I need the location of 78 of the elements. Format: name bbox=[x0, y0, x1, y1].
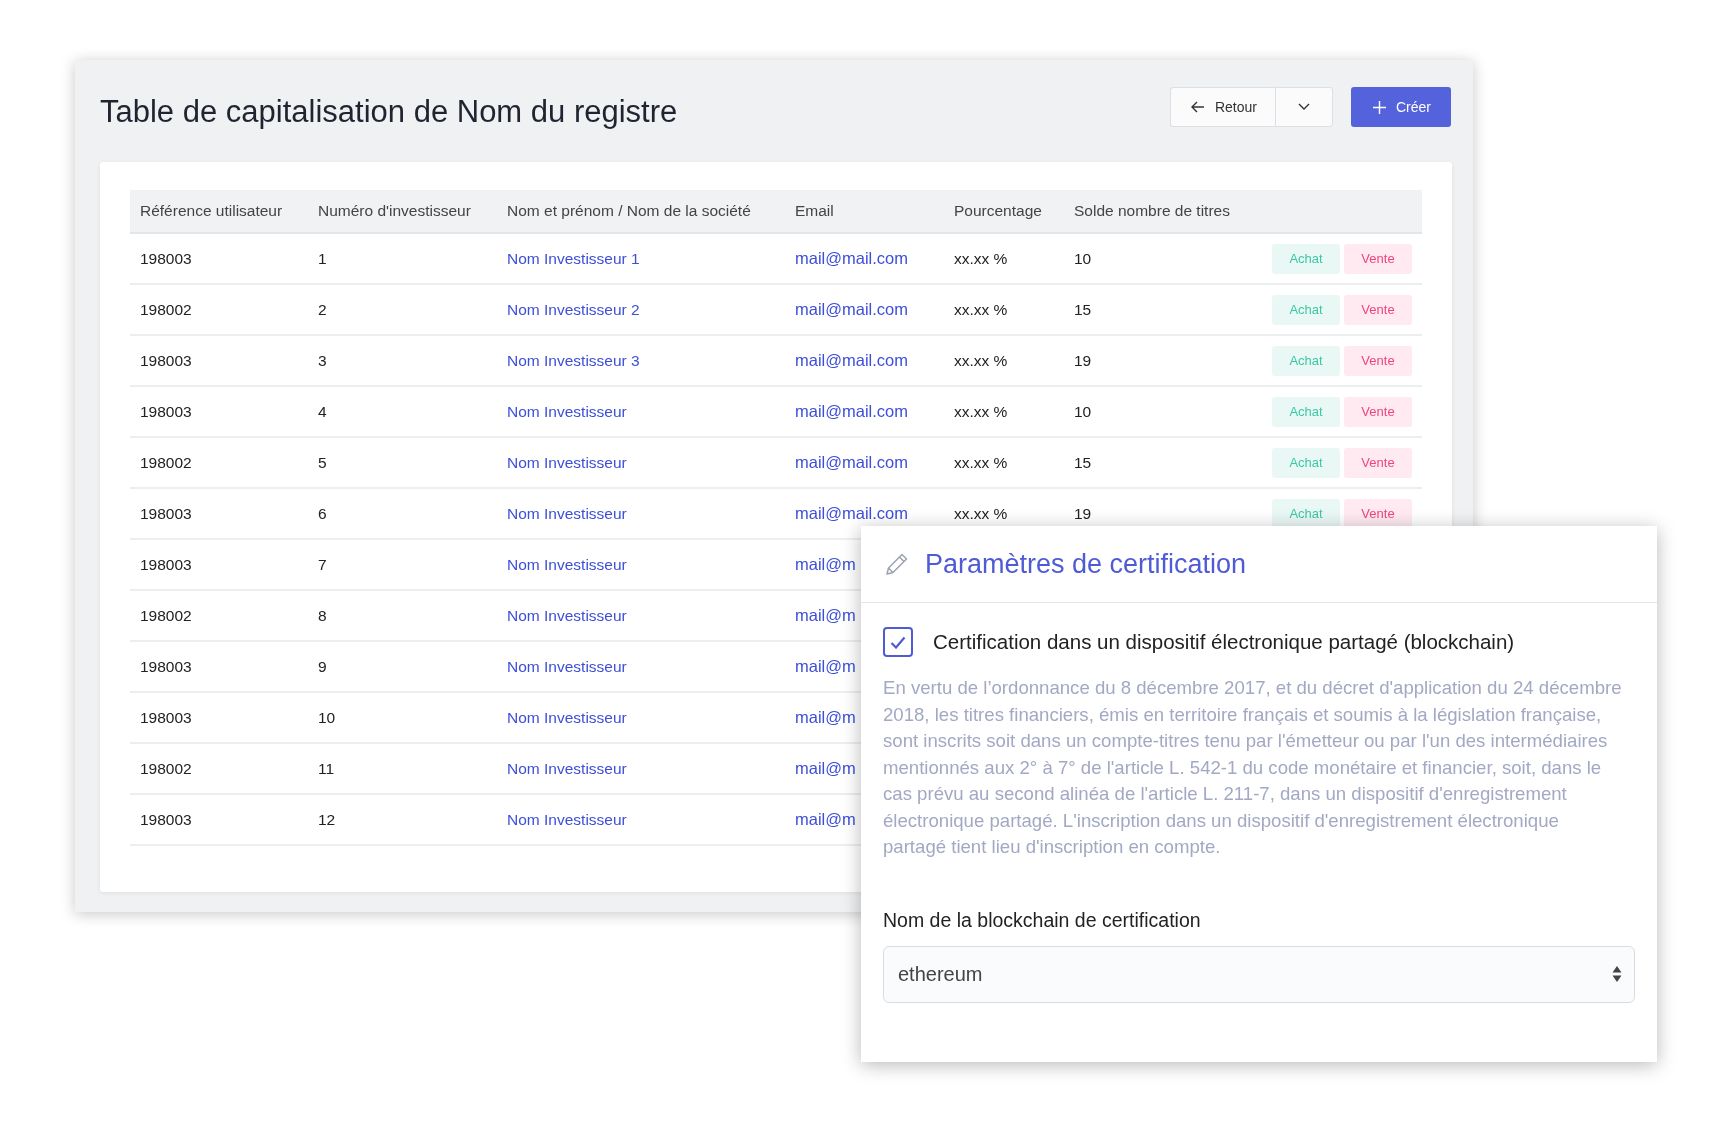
table-cell: xx.xx % bbox=[944, 233, 1064, 284]
investor-link[interactable]: Nom Investisseur bbox=[507, 708, 627, 726]
email-link[interactable]: mail@mail.com bbox=[795, 300, 908, 318]
table-cell: 15 bbox=[1064, 284, 1252, 335]
investor-link[interactable]: Nom Investisseur bbox=[507, 555, 627, 573]
investor-link[interactable]: Nom Investisseur bbox=[507, 606, 627, 624]
plus-icon bbox=[1373, 100, 1386, 114]
email-link[interactable]: mail@mail.com bbox=[795, 504, 908, 522]
investor-link[interactable]: Nom Investisseur bbox=[507, 810, 627, 828]
checkbox-label: Certification dans un dispositif électronique partagé (blockchain) bbox=[933, 630, 1515, 654]
table-cell: 198003 bbox=[130, 641, 308, 692]
investor-link[interactable]: Nom Investisseur 3 bbox=[507, 351, 640, 369]
email-link[interactable]: mail@m bbox=[795, 708, 856, 726]
table-cell: 198002 bbox=[130, 590, 308, 641]
table-cell: xx.xx % bbox=[944, 335, 1064, 386]
investor-link[interactable]: Nom Investisseur 2 bbox=[507, 300, 640, 318]
table-cell: 11 bbox=[308, 743, 497, 794]
table-cell: 198002 bbox=[130, 437, 308, 488]
blockchain-select[interactable]: ethereum bbox=[883, 945, 1635, 1003]
check-icon bbox=[890, 635, 906, 649]
table-cell: 10 bbox=[1064, 233, 1252, 284]
column-header: Email bbox=[785, 190, 944, 233]
table-cell: 10 bbox=[308, 692, 497, 743]
table-cell: 7 bbox=[308, 539, 497, 590]
investor-link[interactable]: Nom Investisseur bbox=[507, 759, 627, 777]
table-cell: 2 bbox=[308, 284, 497, 335]
column-header: Numéro d'investisseur bbox=[308, 190, 497, 233]
column-header: Pourcentage bbox=[944, 190, 1064, 233]
table-cell: 8 bbox=[308, 590, 497, 641]
table-cell: 198003 bbox=[130, 794, 308, 845]
create-button[interactable]: Créer bbox=[1351, 87, 1451, 127]
table-cell: 198003 bbox=[130, 488, 308, 539]
email-link[interactable]: mail@m bbox=[795, 657, 856, 675]
table-cell: 10 bbox=[1064, 386, 1252, 437]
table-cell: 9 bbox=[308, 641, 497, 692]
table-cell: 198003 bbox=[130, 692, 308, 743]
sort-arrows-icon bbox=[1612, 965, 1622, 983]
page-title: Table de capitalisation de Nom du registre bbox=[100, 94, 678, 130]
email-link[interactable]: mail@mail.com bbox=[795, 402, 908, 420]
legal-notice: En vertu de l’ordonnance du 8 décembre 2017, et du décret d'application du 24 décembre 2018, les titres financiers, émis en territoire français et soumis à la législation française, sont inscrits soit dans un compte-titres tenu par l'émetteur ou par l'un des intermédiaires mentionnés aux 2° à 7° de l'article L. 542-1 du code monétaire et financier, soit, dans le cas prévu au second alinéa de l'article L. 211-7, dans un dispositif d'enregistrement électronique partagé. L'inscription dans un dispositif d'enregistrement électronique partagé tient lieu d'inscription en compte. bbox=[883, 676, 1623, 859]
column-header: Solde nombre de titres bbox=[1064, 190, 1252, 233]
investor-link[interactable]: Nom Investisseur bbox=[507, 453, 627, 471]
table-cell: 12 bbox=[308, 794, 497, 845]
checkbox[interactable] bbox=[883, 627, 913, 657]
email-link[interactable]: mail@m bbox=[795, 810, 856, 828]
column-header: Référence utilisateur bbox=[130, 190, 308, 233]
table-cell: 5 bbox=[308, 437, 497, 488]
table-cell: 19 bbox=[1064, 335, 1252, 386]
email-link[interactable]: mail@m bbox=[795, 555, 856, 573]
table-cell: 1 bbox=[308, 233, 497, 284]
table-cell: 4 bbox=[308, 386, 497, 437]
table-cell: 198003 bbox=[130, 233, 308, 284]
investor-link[interactable]: Nom Investisseur 1 bbox=[507, 249, 640, 267]
email-link[interactable]: mail@mail.com bbox=[795, 351, 908, 369]
table-cell: 6 bbox=[308, 488, 497, 539]
table-cell: 198002 bbox=[130, 284, 308, 335]
dialog-title: Paramètres de certification bbox=[925, 548, 1247, 580]
table-cell: xx.xx % bbox=[944, 437, 1064, 488]
table-cell: 3 bbox=[308, 335, 497, 386]
arrow-left-icon bbox=[1190, 101, 1205, 113]
table-cell: xx.xx % bbox=[944, 386, 1064, 437]
table-cell: xx.xx % bbox=[944, 284, 1064, 335]
column-header: Nom et prénom / Nom de la société bbox=[497, 190, 785, 233]
table-cell: 198003 bbox=[130, 539, 308, 590]
field-label: Nom de la blockchain de certification bbox=[883, 908, 1202, 932]
email-link[interactable]: mail@m bbox=[795, 759, 856, 777]
table-cell: 198003 bbox=[130, 335, 308, 386]
chevron-down-icon bbox=[1298, 103, 1310, 111]
table-cell: 198002 bbox=[130, 743, 308, 794]
investor-link[interactable]: Nom Investisseur bbox=[507, 504, 627, 522]
investor-link[interactable]: Nom Investisseur bbox=[507, 657, 627, 675]
investor-link[interactable]: Nom Investisseur bbox=[507, 402, 627, 420]
table-cell: 15 bbox=[1064, 437, 1252, 488]
back-button[interactable]: Retour bbox=[1169, 87, 1275, 127]
table-cell: 198003 bbox=[130, 386, 308, 437]
email-link[interactable]: mail@mail.com bbox=[795, 249, 908, 267]
email-link[interactable]: mail@mail.com bbox=[795, 453, 908, 471]
email-link[interactable]: mail@m bbox=[795, 606, 856, 624]
